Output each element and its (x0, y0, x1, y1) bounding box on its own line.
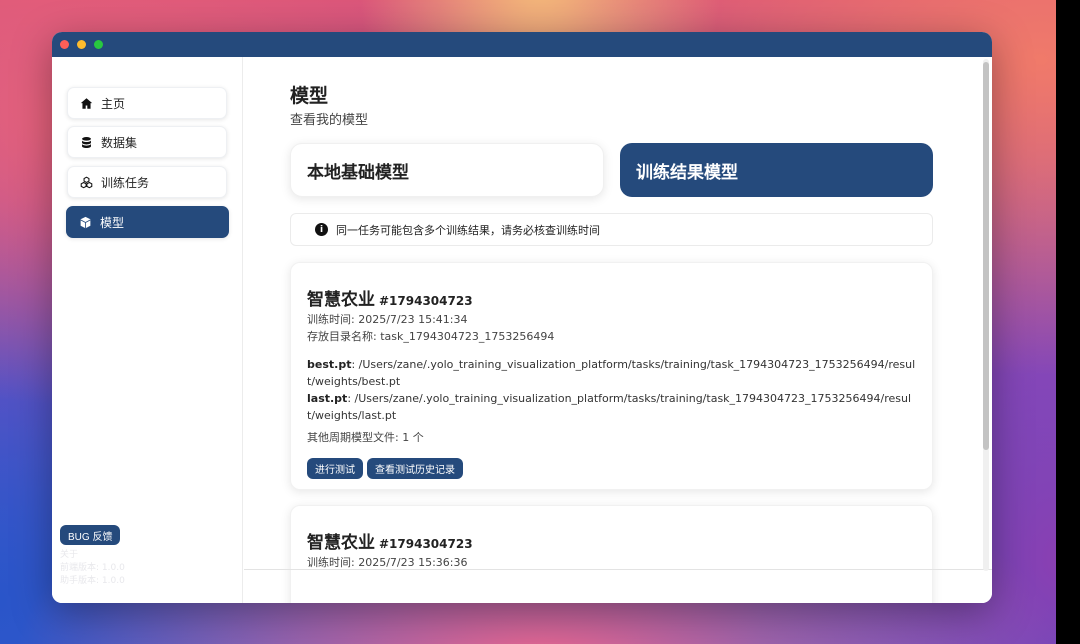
project-name: 智慧农业 (307, 290, 375, 310)
model-card: 智慧农业 #1794304723 训练时间: 2025/7/23 15:41:34… (290, 262, 933, 490)
task-number: #1794304723 (379, 537, 473, 551)
sidebar: 主页 数据集 训练任务 模型 BUG 反馈 关于 前端版本: 1.0.0 助手版… (52, 57, 243, 603)
close-window-button[interactable] (60, 40, 69, 49)
model-card: 智慧农业 #1794304723 训练时间: 2025/7/23 15:36:36 (290, 505, 933, 603)
cube-icon (79, 216, 92, 229)
card-title: 智慧农业 #1794304723 (307, 285, 473, 310)
screen-edge (1056, 0, 1080, 644)
page-title: 模型 (290, 85, 329, 107)
tab-local-base-models[interactable]: 本地基础模型 (290, 143, 604, 197)
last-weights-label: last.pt (307, 392, 348, 405)
app-window: 主页 数据集 训练任务 模型 BUG 反馈 关于 前端版本: 1.0.0 助手版… (52, 32, 992, 603)
project-name: 智慧农业 (307, 533, 375, 553)
run-test-button[interactable]: 进行测试 (307, 458, 363, 479)
card-title: 智慧农业 #1794304723 (307, 528, 473, 553)
notice-banner: i 同一任务可能包含多个训练结果，请务必核查训练时间 (290, 213, 933, 246)
frontend-version: 前端版本: 1.0.0 (60, 563, 125, 573)
sidebar-item-home[interactable]: 主页 (67, 87, 227, 119)
tab-training-result-models[interactable]: 训练结果模型 (620, 143, 933, 197)
helper-version: 助手版本: 1.0.0 (60, 576, 125, 586)
sidebar-item-label: 主页 (101, 96, 126, 111)
bug-report-button[interactable]: BUG 反馈 (60, 525, 121, 545)
sidebar-item-label: 数据集 (101, 135, 138, 150)
best-weights-path: best.pt: /Users/zane/.yolo_training_visu… (307, 356, 919, 390)
sidebar-item-label: 训练任务 (101, 175, 150, 190)
minimize-window-button[interactable] (77, 40, 86, 49)
best-weights-value: : /Users/zane/.yolo_training_visualizati… (307, 358, 916, 388)
storage-dir: 存放目录名称: task_1794304723_1753256494 (307, 330, 555, 343)
scrollbar-thumb[interactable] (983, 62, 989, 450)
notice-text: 同一任务可能包含多个训练结果，请务必核查训练时间 (336, 223, 600, 237)
maximize-window-button[interactable] (94, 40, 103, 49)
train-time: 训练时间: 2025/7/23 15:41:34 (307, 313, 468, 326)
sidebar-item-label: 模型 (100, 215, 125, 230)
page-subtitle: 查看我的模型 (290, 113, 369, 128)
sidebar-item-models[interactable]: 模型 (66, 206, 229, 238)
about-link[interactable]: 关于 (60, 547, 78, 560)
sidebar-item-training-tasks[interactable]: 训练任务 (67, 166, 227, 198)
cubes-icon (80, 176, 93, 189)
best-weights-label: best.pt (307, 358, 352, 371)
bottom-divider (244, 569, 992, 570)
database-icon (80, 136, 93, 149)
info-icon: i (315, 223, 328, 236)
other-model-files: 其他周期模型文件: 1 个 (307, 431, 424, 444)
last-weights-value: : /Users/zane/.yolo_training_visualizati… (307, 392, 912, 422)
sidebar-item-datasets[interactable]: 数据集 (67, 126, 227, 158)
view-test-history-button[interactable]: 查看测试历史记录 (367, 458, 463, 479)
main-content: 模型 查看我的模型 本地基础模型 训练结果模型 i 同一任务可能包含多个训练结果… (244, 57, 992, 603)
home-icon (80, 97, 93, 110)
task-number: #1794304723 (379, 294, 473, 308)
last-weights-path: last.pt: /Users/zane/.yolo_training_visu… (307, 390, 919, 424)
title-bar (52, 32, 992, 57)
